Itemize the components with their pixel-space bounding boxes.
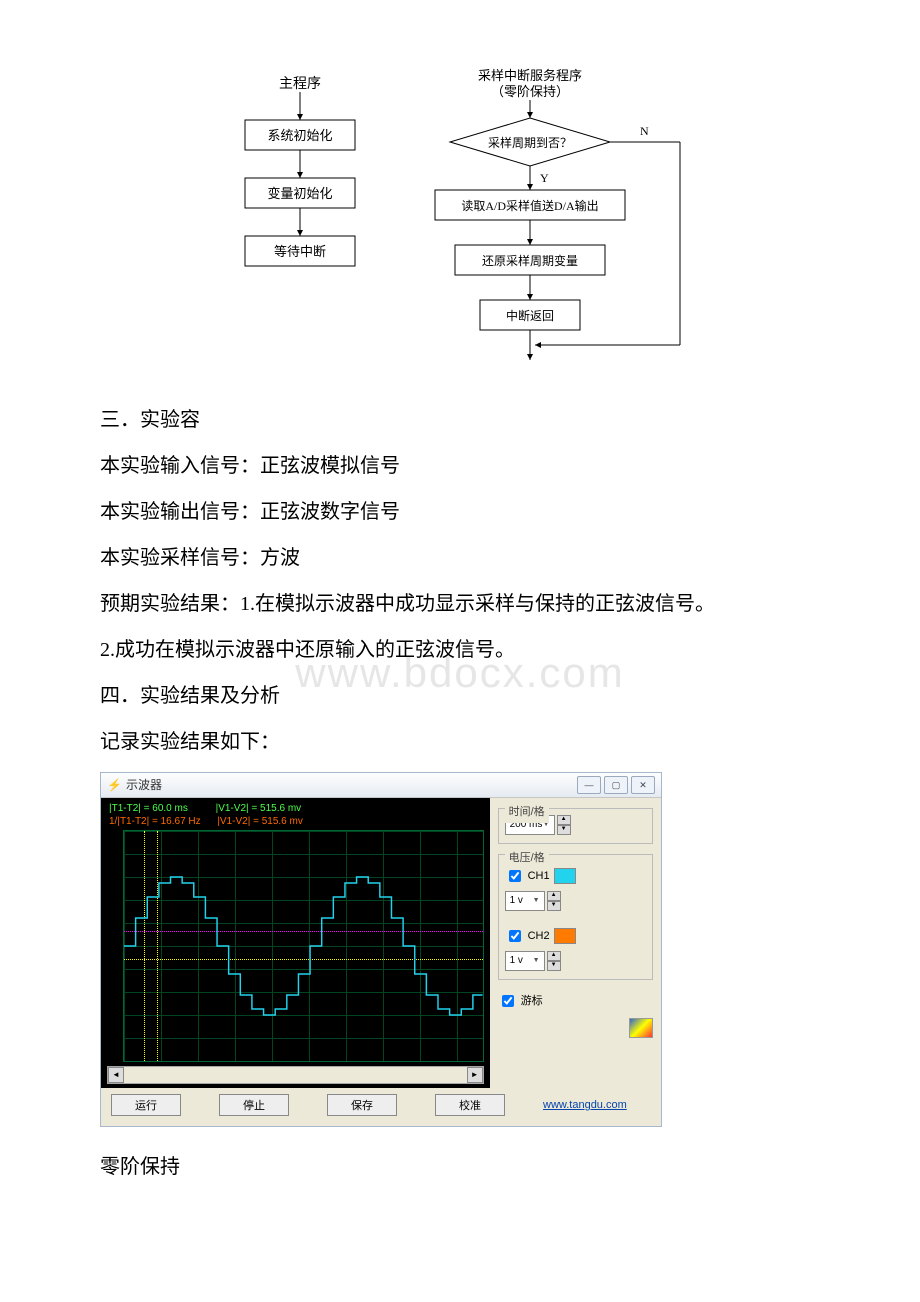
scope-grid[interactable] [123, 830, 484, 1062]
close-button[interactable]: ✕ [631, 776, 655, 794]
scope-control-panel: 时间/格 200 ms▼ ▲▼ 电压/格 CH1 1 v▼ ▲▼ [490, 798, 661, 1088]
ch1-value-select[interactable]: 1 v▼ [505, 891, 545, 911]
run-button[interactable]: 运行 [111, 1094, 181, 1116]
flow-right-title-1: 采样中断服务程序 [478, 68, 582, 83]
ch2-value-select[interactable]: 1 v▼ [505, 951, 545, 971]
s3-line-4: 预期实验结果：1.在模拟示波器中成功显示采样与保持的正弦波信号。 [100, 584, 820, 624]
flow-left-step-3: 等待中断 [274, 244, 326, 259]
ch2-label: CH2 [528, 925, 550, 947]
volt-group-label: 电压/格 [505, 847, 549, 869]
time-per-div-group: 时间/格 200 ms▼ ▲▼ [498, 808, 653, 844]
ch1-color-swatch[interactable] [554, 868, 576, 884]
scope-title-text: 示波器 [126, 773, 162, 797]
readout-v12a: |V1-V2| = 515.6 mv [216, 803, 302, 814]
maximize-button[interactable]: ▢ [604, 776, 628, 794]
cursor-label: 游标 [521, 990, 543, 1012]
readout-v12b: |V1-V2| = 515.6 mv [217, 816, 303, 827]
flow-left-title: 主程序 [279, 76, 321, 92]
s3-line-1: 本实验输入信号：正弦波模拟信号 [100, 446, 820, 486]
s3-line-2: 本实验输出信号：正弦波数字信号 [100, 492, 820, 532]
ch2-down[interactable]: ▼ [547, 961, 561, 971]
caption-zero-order-hold: 零阶保持 [100, 1147, 820, 1187]
ch1-down[interactable]: ▼ [547, 901, 561, 911]
flow-right-step-2: 还原采样周期变量 [482, 253, 578, 268]
section-4-title: 四．实验结果及分析 [100, 676, 820, 716]
flow-right-title-2: （零阶保持） [491, 84, 569, 99]
flow-decision: 采样周期到否？ [488, 135, 572, 150]
s3-line-3: 本实验采样信号：方波 [100, 538, 820, 578]
readout-t12: |T1-T2| = 60.0 ms [109, 803, 188, 814]
ch2-enable[interactable] [509, 930, 521, 942]
flow-right-step-3: 中断返回 [506, 308, 554, 323]
section-3-title: 三．实验容 [100, 400, 820, 440]
vendor-link[interactable]: www.tangdu.com [543, 1094, 627, 1116]
scroll-right-icon[interactable]: ► [467, 1067, 483, 1083]
time-up[interactable]: ▲ [557, 815, 571, 825]
scope-hscrollbar[interactable]: ◄ ► [107, 1066, 484, 1084]
scroll-left-icon[interactable]: ◄ [108, 1067, 124, 1083]
cursor-enable[interactable] [502, 995, 514, 1007]
volt-per-div-group: 电压/格 CH1 1 v▼ ▲▼ CH2 1 v▼ [498, 854, 653, 980]
flow-left-step-2: 变量初始化 [267, 186, 332, 201]
waveform-ch1 [124, 831, 483, 1061]
flow-right-step-1: 读取A/D采样值送D/A输出 [461, 198, 598, 213]
minimize-button[interactable]: — [577, 776, 601, 794]
scope-titlebar[interactable]: ⚡ 示波器 — ▢ ✕ [101, 773, 661, 798]
flow-no-label: N [640, 124, 649, 138]
flowchart: 主程序 系统初始化 变量初始化 等待中断 采样中断服务程序 （零阶保持） 采样周… [100, 60, 820, 380]
s4-line-1: 记录实验结果如下： [100, 722, 820, 762]
vendor-logo-icon [629, 1018, 653, 1038]
stop-button[interactable]: 停止 [219, 1094, 289, 1116]
flow-yes-label: Y [540, 171, 549, 185]
ch1-up[interactable]: ▲ [547, 891, 561, 901]
oscilloscope-window: ⚡ 示波器 — ▢ ✕ |T1-T2| = 60.0 ms |V1-V2| = … [100, 772, 662, 1127]
calibrate-button[interactable]: 校准 [435, 1094, 505, 1116]
time-group-label: 时间/格 [505, 801, 549, 823]
ch2-up[interactable]: ▲ [547, 951, 561, 961]
s3-line-5: 2.成功在模拟示波器中还原输入的正弦波信号。 [100, 630, 820, 670]
readout-f12: 1/|T1-T2| = 16.67 Hz [109, 816, 201, 827]
save-button[interactable]: 保存 [327, 1094, 397, 1116]
scope-app-icon: ⚡ [107, 773, 122, 797]
time-down[interactable]: ▼ [557, 825, 571, 835]
flow-left-step-1: 系统初始化 [267, 128, 332, 143]
ch1-enable[interactable] [509, 870, 521, 882]
ch2-color-swatch[interactable] [554, 928, 576, 944]
scope-screen: |T1-T2| = 60.0 ms |V1-V2| = 515.6 mv 1/|… [101, 798, 490, 1088]
